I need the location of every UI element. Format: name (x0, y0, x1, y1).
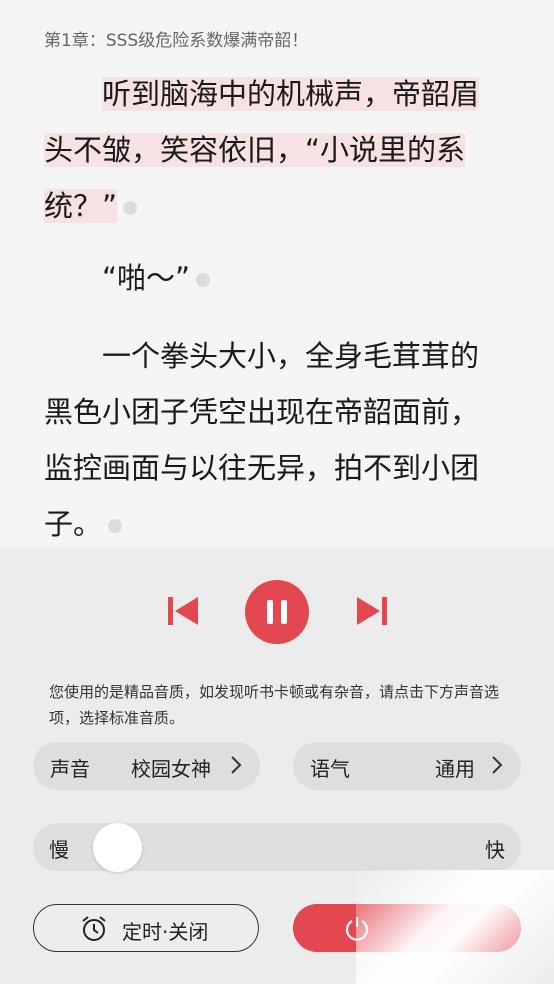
paragraph-2: “啪～” (44, 250, 514, 306)
alarm-clock-icon (82, 916, 106, 941)
paragraph-line: 一个拳头大小，全身毛茸茸的 (102, 339, 480, 373)
chevron-right-icon (492, 756, 503, 774)
speed-fast-label: 快 (485, 838, 505, 862)
voice-selector[interactable]: 声音 校园女神 (33, 742, 260, 790)
paragraph-end-dot (196, 273, 211, 287)
skip-previous-button[interactable] (165, 593, 201, 629)
paragraph-end-dot (123, 201, 138, 215)
paragraph-line: 听到脑海中的机械声，帝韶眉 (102, 77, 480, 111)
page-curl-overlay (356, 870, 554, 984)
skip-previous-icon (168, 597, 198, 625)
sleep-timer-button[interactable]: 定时·关闭 (33, 904, 259, 952)
sleep-timer-label: 定时·关闭 (122, 920, 209, 944)
paragraph-1: 听到脑海中的机械声，帝韶眉 头不皱，笑容依旧，“小说里的系 统？” (44, 66, 514, 234)
skip-next-icon (357, 597, 387, 625)
pause-button[interactable] (245, 580, 309, 644)
voice-value: 校园女神 (131, 757, 211, 781)
tone-selector[interactable]: 语气 通用 (293, 742, 521, 790)
paragraph-end-dot (108, 519, 123, 533)
voice-label: 声音 (50, 757, 90, 781)
paragraph-line: 监控画面与以往无异，拍不到小团 (44, 451, 480, 485)
speed-slider-handle[interactable] (93, 823, 143, 872)
paragraph-line: 黑色小团子凭空出现在帝韶面前， (44, 395, 480, 429)
speed-slow-label: 慢 (49, 838, 69, 862)
audio-quality-notice: 您使用的是精品音质，如发现听书卡顿或有杂音，请点击下方声音选项，选择标准音质。 (49, 683, 500, 727)
paragraph-line: 头不皱，笑容依旧，“小说里的系 (44, 133, 466, 167)
speed-slider[interactable]: 慢 快 (33, 823, 521, 872)
paragraph-3: 一个拳头大小，全身毛茸茸的 黑色小团子凭空出现在帝韶面前， 监控画面与以往无异，… (44, 328, 514, 552)
chevron-right-icon (231, 756, 242, 774)
tone-label: 语气 (310, 757, 350, 781)
paragraph-line: 统？” (44, 189, 118, 223)
chapter-title: 第1章：SSS级危险系数爆满帝韶！ (44, 31, 309, 51)
paragraph-line: 子。 (44, 507, 103, 541)
paragraph-line: “啪～” (102, 261, 191, 295)
skip-next-button[interactable] (354, 593, 390, 629)
tone-value: 通用 (435, 757, 475, 781)
